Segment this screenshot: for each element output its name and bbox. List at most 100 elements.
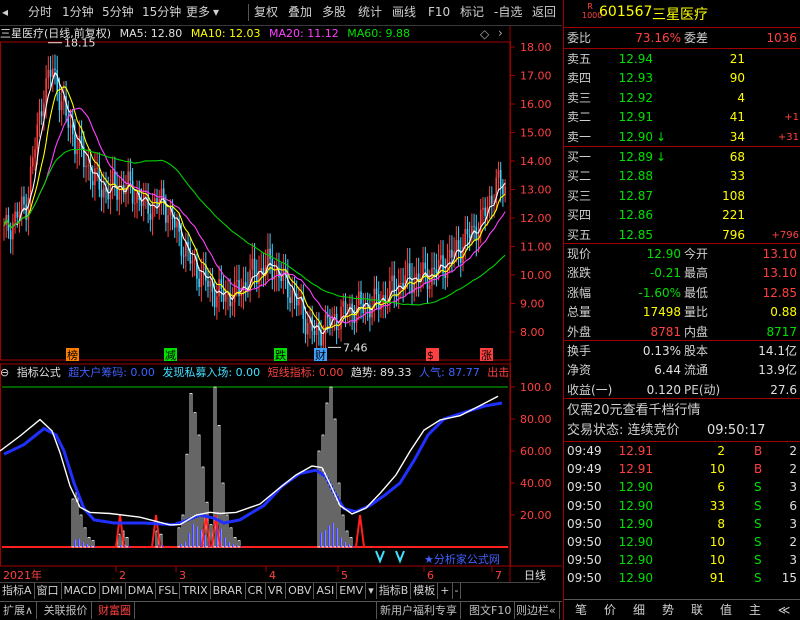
diamond-icon[interactable]: ◇ — [480, 27, 489, 41]
toolbar-more[interactable]: 更多 — [186, 4, 210, 20]
toolbar-adjust[interactable]: 复权 — [254, 4, 278, 20]
panel-tab[interactable]: 联 — [684, 600, 710, 620]
indicator-bar-blue — [90, 545, 92, 547]
tick-side: B — [754, 444, 763, 458]
panel-tab[interactable]: 势 — [655, 600, 681, 620]
toolbar-draw[interactable]: 画线 — [392, 4, 416, 20]
ask-row[interactable]: 卖三 12.92 4 — [564, 89, 800, 108]
indicator-tab[interactable]: DMA — [126, 583, 157, 599]
indicator-tab[interactable]: EMV — [337, 583, 367, 599]
toolbar-intraday[interactable]: 分时 — [28, 4, 52, 20]
stat-label: 净资 — [567, 363, 592, 378]
promo-text[interactable]: 仅需20元查看千档行情 — [567, 401, 701, 420]
indicator-tab[interactable]: + — [438, 583, 453, 599]
toolbar-stats[interactable]: 统计 — [358, 4, 382, 20]
indicator-name[interactable]: 指标公式 — [17, 366, 61, 379]
panel-tab[interactable]: 笔 — [568, 600, 594, 620]
toolbar-back[interactable]: 返回 — [532, 4, 556, 20]
candle-body — [497, 169, 500, 178]
candle-body — [69, 124, 72, 128]
indicator-tab[interactable]: - — [453, 583, 462, 599]
collapse-icon[interactable]: ⊖ — [0, 366, 9, 379]
indicator-tab[interactable]: 模板 — [411, 583, 439, 599]
event-marker[interactable]: 减 — [165, 349, 176, 362]
period-label[interactable]: 日线 — [524, 568, 546, 582]
candle-body — [313, 330, 316, 336]
stat-row: 收益(一) 0.120 PE(动) 27.6 — [564, 381, 800, 400]
indicator-tab[interactable]: TRIX — [180, 583, 211, 599]
bid-row[interactable]: 买一 12.89 ↓ 68 — [564, 148, 800, 167]
ask-row[interactable]: 卖四 12.93 90 — [564, 69, 800, 88]
indicator-bar-blue — [200, 530, 202, 547]
panel-tab[interactable]: 细 — [626, 600, 652, 620]
indicator-tab[interactable]: DMI — [100, 583, 126, 599]
indicator-tab[interactable]: 窗口 — [35, 583, 62, 599]
indicator-tab[interactable]: ASI — [314, 583, 338, 599]
ask-row[interactable]: 卖五 12.94 21 — [564, 50, 800, 69]
candle-body — [291, 290, 294, 303]
toolbar-1min[interactable]: 1分钟 — [62, 4, 94, 20]
toolbar-15min[interactable]: 15分钟 — [142, 4, 181, 20]
bid-row[interactable]: 买三 12.87 108 — [564, 187, 800, 206]
month-label: 3 — [179, 569, 186, 582]
status-sidebar[interactable]: 则边栏« — [513, 602, 560, 619]
status-f10[interactable]: 图文F10 — [466, 602, 516, 619]
indicator-tab[interactable]: FSL — [156, 583, 181, 599]
dropdown-icon[interactable]: ▾ — [213, 4, 219, 20]
ask-row[interactable]: 卖一 12.90 ↓ 34 +31 — [564, 128, 800, 147]
candle-body — [342, 301, 345, 307]
indicator-tab[interactable]: 指标B — [377, 583, 412, 599]
stat-row: 总量 17498 量比 0.88 — [564, 303, 800, 322]
panel-tab[interactable]: 值 — [713, 600, 739, 620]
toolbar-watchlist[interactable]: -自选 — [494, 4, 522, 20]
indicator-tab[interactable]: CR — [246, 583, 266, 599]
indicator-tab[interactable]: VR — [266, 583, 287, 599]
ask-row[interactable]: 卖二 12.91 41 +1 — [564, 108, 800, 127]
status-new-user[interactable]: 新用户福利专享 — [376, 602, 461, 619]
chart-toolbar: ◂ 分时 1分钟 5分钟 15分钟 更多 ▾ 复权 叠加 多股 统计 画线 F1… — [0, 0, 562, 26]
bid-row[interactable]: 买二 12.88 33 — [564, 167, 800, 186]
indicator-bar — [229, 527, 233, 548]
status-wealth-circle[interactable]: 财富圈 — [95, 602, 136, 619]
toolbar-5min[interactable]: 5分钟 — [102, 4, 134, 20]
indicator-tab[interactable]: ▾ — [366, 583, 377, 599]
chevron-left-icon[interactable]: ◂ — [2, 4, 8, 20]
tick-row: 09:49 12.91 2 B 2 — [564, 442, 800, 461]
panel-tab[interactable]: ≪ — [771, 600, 797, 620]
tick-volume: 2 — [717, 444, 725, 458]
candle-body — [176, 221, 178, 228]
indicator-bar-blue — [180, 544, 182, 547]
promo-banner[interactable]: 仅需20元查看千档行情 — [564, 401, 800, 420]
toolbar-overlay[interactable]: 叠加 — [288, 4, 312, 20]
chevron-right-icon[interactable]: › — [498, 26, 503, 40]
indicator-tab[interactable]: BRAR — [211, 583, 246, 599]
candle-body — [400, 282, 402, 284]
toolbar-f10[interactable]: F10 — [428, 4, 450, 20]
price-chart[interactable]: 18.00 17.00 16.00 15.00 14.00 13.00 12.00 11.00… — [0, 26, 562, 582]
toolbar-mark[interactable]: 标记 — [460, 4, 484, 20]
panel-tab[interactable]: 主 — [742, 600, 768, 620]
indicator-bar — [197, 434, 201, 548]
bid-row[interactable]: 买五 12.85 796 +796 — [564, 226, 800, 245]
event-marker[interactable]: 榜 — [67, 348, 78, 362]
indicator-tab[interactable]: MACD — [62, 583, 100, 599]
event-marker[interactable]: 涨 — [481, 349, 492, 362]
tick-volume: 8 — [717, 516, 725, 531]
indicator-bar-blue — [344, 542, 346, 547]
level-price: 12.86 — [618, 208, 653, 223]
event-marker[interactable]: 财 — [315, 348, 326, 362]
toolbar-multi[interactable]: 多股 — [322, 4, 346, 20]
candle-body — [236, 280, 238, 282]
candle-body — [51, 68, 54, 77]
event-marker[interactable]: 跌 — [275, 348, 286, 362]
bid-row[interactable]: 买四 12.86 221 — [564, 206, 800, 225]
status-expand[interactable]: 扩展∧ — [0, 602, 38, 619]
status-related-quote[interactable]: 关联报价 — [41, 602, 92, 619]
candle-body — [251, 258, 254, 270]
private-fund-label: 发现私募入场: 0.00 — [162, 366, 261, 379]
event-marker[interactable]: $ — [427, 349, 434, 362]
indicator-tab[interactable]: OBV — [286, 583, 315, 599]
stat-value: 17498 — [642, 305, 681, 320]
indicator-tab[interactable]: 指标A — [0, 583, 35, 599]
panel-tab[interactable]: 价 — [597, 600, 623, 620]
